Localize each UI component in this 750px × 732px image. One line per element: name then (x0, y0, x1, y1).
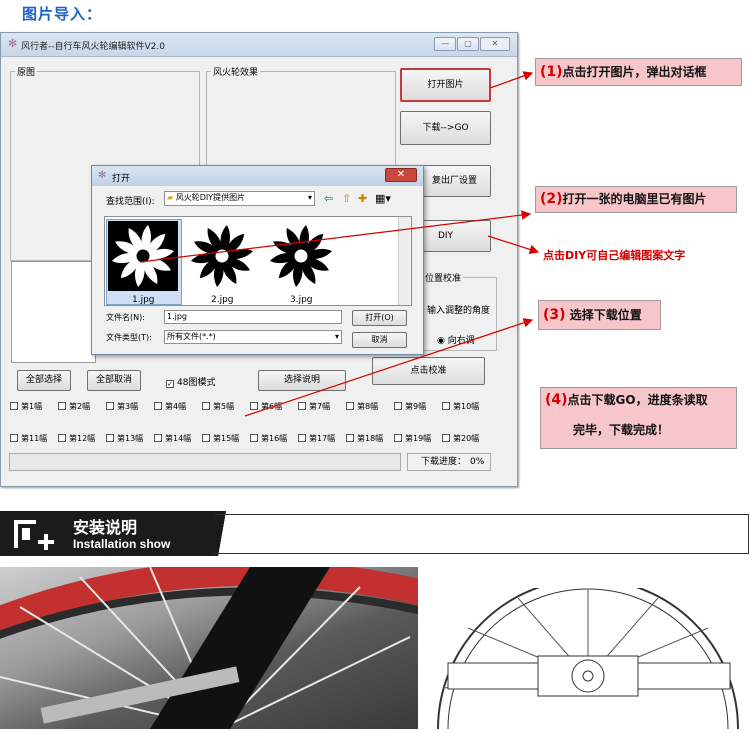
install-title-cn: 安装说明 (73, 518, 138, 537)
callout-4-line2: 完毕，下载完成！ (573, 423, 670, 437)
callout-1: (1)点击打开图片，弹出对话框 (535, 58, 742, 86)
arrow-diy (487, 235, 540, 255)
callout-4: (4)点击下载GO，进度条读取 完毕，下载完成！ (540, 387, 737, 449)
wheel-diagram (428, 578, 750, 730)
band-outline (215, 514, 749, 554)
install-band: 安装说明 Installation show (0, 511, 750, 556)
callout-3: (3) 选择下载位置 (538, 300, 661, 330)
install-title-en: Installation show (73, 537, 171, 551)
bike-wheel-photo (0, 567, 418, 729)
arrow-2 (139, 210, 532, 263)
install-band-dark: 安装说明 Installation show (0, 511, 215, 556)
arrow-3 (244, 318, 534, 417)
arrow-1 (489, 71, 534, 89)
install-logo-icon (14, 520, 54, 550)
wheel-diagram-art (437, 578, 739, 730)
diy-note: 点击DIY可自己编辑图案文字 (543, 249, 686, 262)
callout-2: (2)打开一张的电脑里已有图片 (535, 186, 737, 213)
wheel-photo-art (0, 567, 418, 729)
